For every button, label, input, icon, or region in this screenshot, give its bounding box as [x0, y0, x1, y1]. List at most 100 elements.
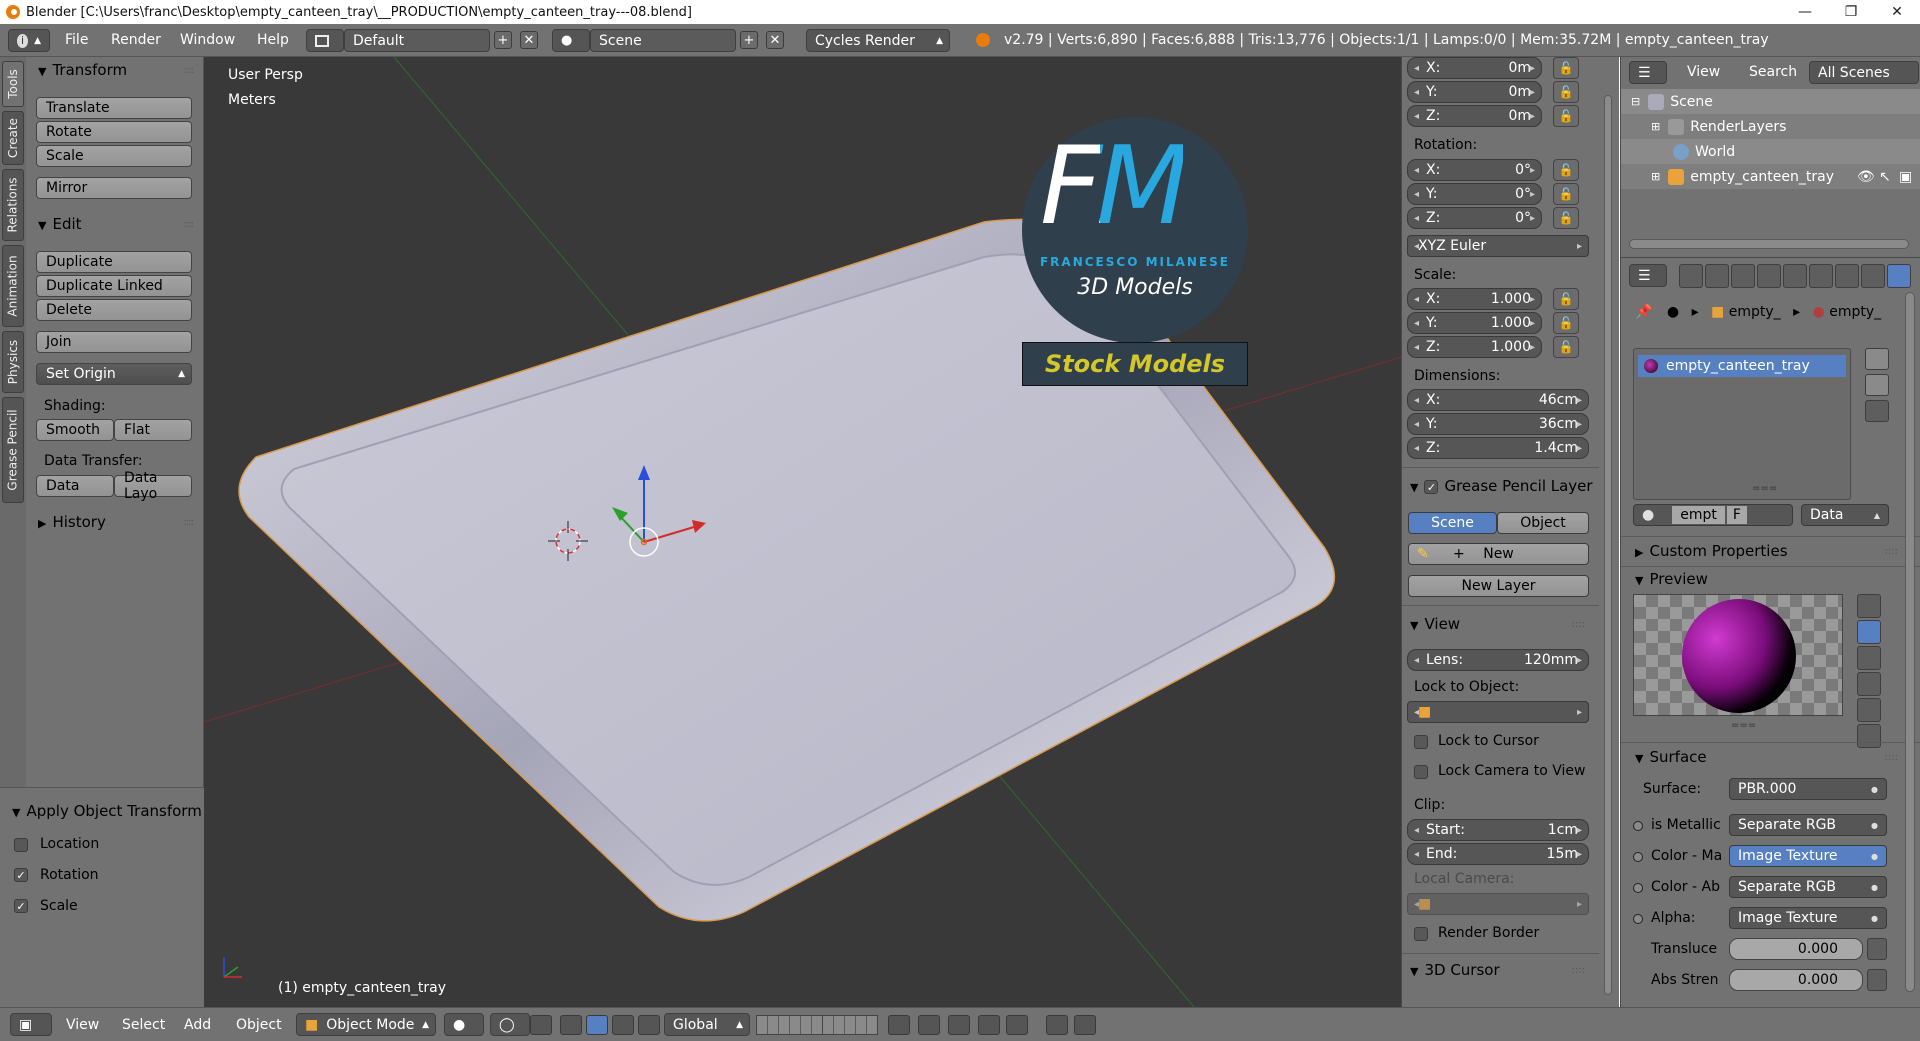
eye-icon[interactable]: 👁 — [1857, 169, 1875, 185]
join-button[interactable]: Join — [36, 331, 192, 353]
opengl-render-icon[interactable] — [1046, 1015, 1068, 1035]
opengl-animation-icon[interactable] — [1074, 1015, 1096, 1035]
data-tab-icon[interactable] — [1861, 264, 1885, 288]
outliner-editor-type-button[interactable]: ☰ — [1629, 61, 1667, 84]
preview-plane-icon[interactable] — [1857, 594, 1881, 618]
manipulator-toggle-icon[interactable] — [530, 1015, 552, 1035]
set-origin-dropdown[interactable]: Set Origin ▲ — [36, 363, 192, 385]
data-transfer-button[interactable]: Data — [36, 475, 114, 497]
lock-icon[interactable]: 🔓 — [1553, 159, 1579, 181]
lock-icon[interactable]: 🔓 — [1553, 57, 1579, 79]
outliner-row-object[interactable]: ⊞ empty_canteen_tray 👁 ↖ ▣ — [1621, 164, 1920, 189]
preview-monkey-icon[interactable] — [1857, 672, 1881, 696]
color-ab-input[interactable]: Separate RGB ● — [1729, 876, 1887, 898]
scene-icon-button[interactable]: ● — [552, 29, 590, 52]
preview-sphere-icon[interactable] — [1857, 620, 1881, 644]
viewport-editor-type-button[interactable]: ▣ — [10, 1013, 52, 1036]
alpha-input[interactable]: Image Texture ● — [1729, 907, 1887, 929]
rotation-z-field[interactable]: Z:0° — [1407, 207, 1542, 229]
render-engine-dropdown[interactable]: Cycles Render ▲ — [806, 29, 950, 52]
duplicate-linked-button[interactable]: Duplicate Linked — [36, 275, 192, 297]
remove-slot-icon[interactable] — [1865, 374, 1889, 396]
delete-button[interactable]: Delete — [36, 299, 192, 321]
scale-button[interactable]: Scale — [36, 145, 192, 167]
outliner-display-mode[interactable]: All Scenes — [1809, 61, 1919, 84]
tab-animation[interactable]: Animation — [2, 245, 24, 327]
history-panel-header[interactable]: ▶ History — [38, 513, 106, 531]
modifiers-tab-icon[interactable] — [1835, 264, 1859, 288]
minimize-button[interactable]: — — [1782, 0, 1828, 24]
remove-layout-icon[interactable]: ✕ — [520, 31, 538, 49]
material-slot-item[interactable]: empty_canteen_tray — [1638, 355, 1846, 377]
scale-x-field[interactable]: X:1.000 — [1407, 288, 1542, 310]
lock-icon[interactable]: 🔓 — [1553, 312, 1579, 334]
translate-manipulator-icon[interactable] — [586, 1015, 608, 1035]
dimension-z-field[interactable]: Z:1.4cm — [1407, 437, 1589, 459]
rotate-manipulator-icon[interactable] — [612, 1015, 634, 1035]
preview-cube-icon[interactable] — [1857, 646, 1881, 670]
apply-transform-header[interactable]: ▼ Apply Object Transform — [12, 802, 202, 820]
smooth-shading-button[interactable]: Smooth — [36, 419, 114, 441]
lock-icon[interactable]: 🔓 — [1553, 336, 1579, 358]
scene-tab-icon[interactable] — [1731, 264, 1755, 288]
grease-pencil-panel-header[interactable]: ▼ ✓ Grease Pencil Layer — [1410, 477, 1593, 495]
data-layout-button[interactable]: Data Layo — [114, 470, 192, 502]
custom-properties-header[interactable]: ▶ Custom Properties — [1635, 542, 1788, 560]
outliner-row-world[interactable]: World — [1621, 139, 1920, 164]
outliner-menu-view[interactable]: View — [1687, 64, 1720, 80]
add-layout-icon[interactable]: + — [494, 31, 512, 49]
drag-grip-icon[interactable]: :::: — [1572, 965, 1585, 976]
pin-icon[interactable]: 📌 — [1635, 304, 1652, 320]
view-panel-header[interactable]: ▼ View — [1410, 615, 1460, 633]
world-tab-icon[interactable] — [1757, 264, 1781, 288]
cursor-select-icon[interactable]: ↖ — [1879, 169, 1891, 185]
lock-camera-checkbox[interactable] — [1414, 765, 1428, 779]
node-link-icon[interactable] — [1867, 969, 1887, 991]
viewport-menu-select[interactable]: Select — [122, 1017, 165, 1033]
tab-create[interactable]: Create — [2, 111, 24, 165]
menu-window[interactable]: Window — [180, 32, 235, 48]
slot-menu-icon[interactable] — [1865, 400, 1889, 422]
rotation-y-field[interactable]: Y:0° — [1407, 183, 1542, 205]
scale-manipulator-icon[interactable] — [638, 1015, 660, 1035]
scale-y-field[interactable]: Y:1.000 — [1407, 312, 1542, 334]
properties-scrollbar[interactable] — [1905, 292, 1915, 992]
transform-panel-header[interactable]: ▼ Transform — [38, 61, 127, 79]
edit-panel-header[interactable]: ▼ Edit — [38, 215, 82, 233]
outliner-row-scene[interactable]: ⊟ Scene — [1621, 89, 1920, 114]
material-datablock[interactable]: ● empt F — [1633, 504, 1793, 526]
rotation-mode-dropdown[interactable]: XYZ Euler — [1407, 235, 1589, 257]
close-button[interactable]: ✕ — [1874, 0, 1920, 24]
lock-icon[interactable]: 🔓 — [1553, 207, 1579, 229]
render-layers-tab-icon[interactable] — [1705, 264, 1729, 288]
mirror-button[interactable]: Mirror — [36, 177, 192, 199]
snap-target-icon[interactable] — [1006, 1015, 1028, 1035]
location-checkbox[interactable] — [14, 838, 28, 852]
render-tab-icon[interactable] — [1679, 264, 1703, 288]
drag-grip-icon[interactable]: :::: — [1885, 752, 1898, 763]
interaction-mode-dropdown[interactable]: ■ Object Mode ▲ — [296, 1013, 436, 1036]
lock-icon[interactable]: 🔓 — [1553, 183, 1579, 205]
translucency-slider[interactable]: 0.000 — [1729, 938, 1863, 960]
lock-scene-layers-icon[interactable] — [888, 1015, 910, 1035]
menu-render[interactable]: Render — [111, 32, 161, 48]
dimension-x-field[interactable]: X:46cm — [1407, 389, 1589, 411]
screen-layout-field[interactable]: Default — [344, 29, 490, 52]
list-grip-icon[interactable]: === — [1752, 483, 1777, 494]
remove-scene-icon[interactable]: ✕ — [766, 31, 784, 49]
lock-object-field[interactable]: ■ — [1407, 701, 1589, 723]
location-x-field[interactable]: X:0m — [1407, 57, 1542, 79]
rotation-checkbox[interactable]: ✓ — [14, 868, 28, 882]
viewport-menu-add[interactable]: Add — [184, 1017, 211, 1033]
object-tab-icon[interactable] — [1783, 264, 1807, 288]
outliner-menu-search[interactable]: Search — [1749, 64, 1797, 80]
local-camera-field[interactable]: ■ — [1407, 893, 1589, 915]
transform-orientation-dropdown[interactable]: Global ▲ — [664, 1013, 750, 1036]
drag-grip-icon[interactable]: :::: — [184, 219, 195, 230]
preview-resize-grip[interactable]: === — [1731, 720, 1756, 731]
3d-viewport[interactable]: User Persp Meters (1) empty_canteen_tray… — [204, 57, 1401, 1007]
preview-hair-icon[interactable] — [1857, 698, 1881, 722]
node-link-icon[interactable] — [1867, 938, 1887, 960]
material-link-dropdown[interactable]: Data ▲ — [1801, 504, 1889, 526]
location-y-field[interactable]: Y:0m — [1407, 81, 1542, 103]
